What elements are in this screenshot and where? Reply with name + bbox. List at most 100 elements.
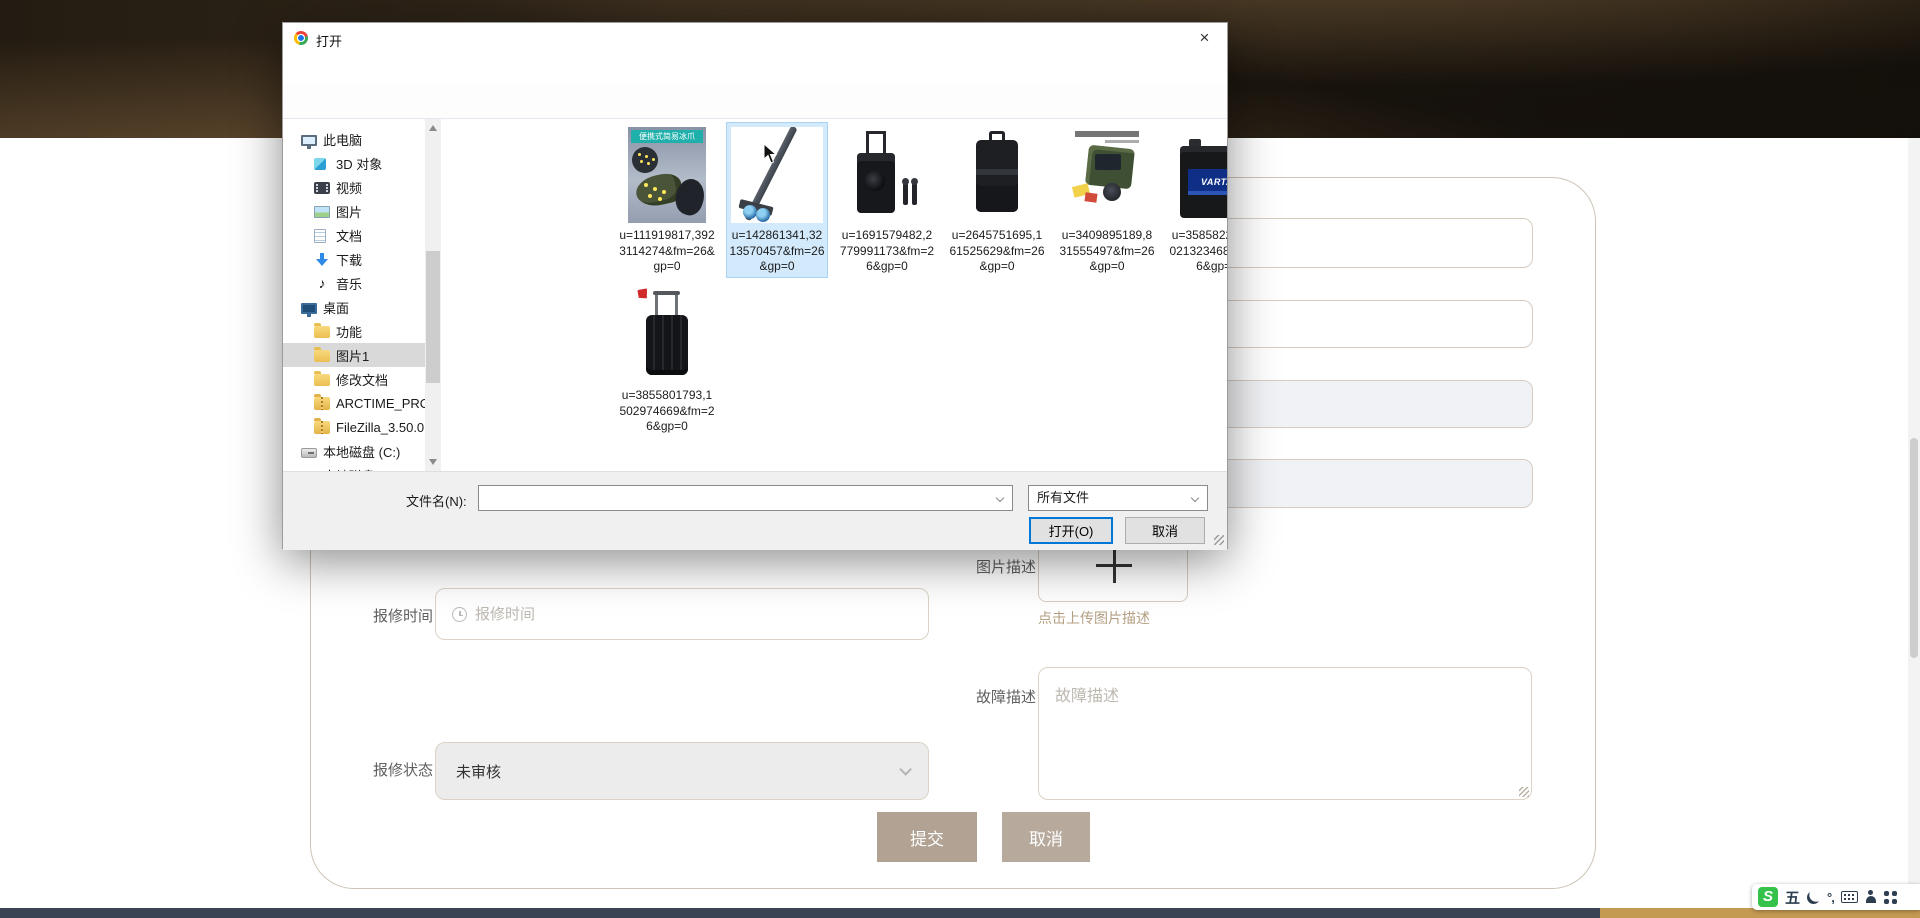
crampons-product-photo: 便携式简易冰爪 (619, 125, 715, 223)
ime-menu-grid-icon[interactable] (1884, 891, 1897, 904)
image-desc-label: 图片描述 (976, 556, 1036, 577)
video-icon (314, 182, 330, 194)
dialog-resize-grip[interactable] (1214, 535, 1224, 545)
filename-dropdown-icon[interactable] (988, 486, 1012, 510)
download-icon (314, 252, 330, 268)
sidebar-item-5[interactable]: 文档 (283, 223, 425, 247)
ime-logo-icon[interactable]: S (1758, 887, 1778, 907)
sidebar-scrollbar[interactable] (425, 119, 441, 471)
dialog-cancel-button[interactable]: 取消 (1125, 517, 1205, 544)
sidebar-item-13[interactable]: FileZilla_3.50.0 (283, 415, 425, 439)
screen: 报修时间 报修状态 未审核 图片描述 点击上传图片描述 故障描述 提交 取消 打… (0, 0, 1920, 918)
open-file-dialog: 打开 × ← → ↑ “图片1”中的搜索结果 设备 在 设备 中搜索 (282, 22, 1228, 549)
sidebar-item-8[interactable]: 桌面 (283, 295, 425, 319)
ime-mode-wubi[interactable]: 五 (1785, 887, 1800, 908)
file-name: u=3409895189,831555497&fm=26&gp=0 (1059, 228, 1155, 275)
ime-punctuation-toggle[interactable]: °, (1827, 890, 1834, 905)
folding-trolley-photo (729, 125, 825, 223)
repair-time-label: 报修时间 (373, 605, 433, 626)
dialog-navbar: ← → ↑ “图片1”中的搜索结果 设备 在 设备 中搜索 (283, 53, 1227, 85)
file-item-4[interactable]: u=2645751695,161525629&fm=26&gp=0 (947, 123, 1047, 277)
file-item-2[interactable]: u=142861341,3213570457&fm=26&gp=0 (727, 123, 827, 277)
sidebar-item-10[interactable]: 图片1 (283, 343, 425, 367)
dialog-close-button[interactable]: × (1182, 23, 1227, 53)
sidebar-item-6[interactable]: 下载 (283, 247, 425, 271)
sidebar-item-11[interactable]: 修改文档 (283, 367, 425, 391)
music-icon: ♪ (314, 275, 330, 291)
folder-icon (314, 374, 330, 386)
ime-halfwidth-moon-icon[interactable] (1807, 891, 1820, 904)
page-scrollbar[interactable] (1908, 138, 1920, 908)
sidebar-item-label: 桌面 (323, 298, 349, 317)
sidebar-item-1[interactable]: 此电脑 (283, 127, 425, 151)
document-icon (314, 229, 326, 243)
sidebar-scrollbar-thumb[interactable] (426, 251, 440, 383)
repair-time-input[interactable] (435, 588, 929, 640)
repair-status-value: 未审核 (456, 761, 501, 782)
sidebar-item-label: 视频 (336, 178, 362, 197)
sidebar-item-2[interactable]: 3D 对象 (283, 151, 425, 175)
filetype-value: 所有文件 (1037, 490, 1089, 505)
page-scrollbar-thumb[interactable] (1910, 438, 1918, 658)
file-item-3[interactable]: u=1691579482,2779991173&fm=26&gp=0 (837, 123, 937, 277)
navigation-pane: 此电脑 3D 对象视频图片文档下载 ♪ 音乐桌面功能图片1 修改文档 ARCTIME_PR… (283, 119, 441, 471)
sidebar-item-7[interactable]: ♪ 音乐 (283, 271, 425, 295)
form-submit-button[interactable]: 提交 (877, 812, 977, 862)
cube-icon (314, 158, 326, 170)
ime-toolbar[interactable]: S 五 °, (1752, 884, 1920, 910)
sidebar-item-12[interactable]: ARCTIME_PRO (283, 391, 425, 415)
sidebar-item-label: 此电脑 (323, 130, 362, 149)
sidebar-item-label: 图片 (336, 202, 362, 221)
dialog-title: 打开 (316, 31, 342, 50)
file-item-8[interactable]: u=3855801793,1502974669&fm=26&gp=0 (617, 283, 717, 437)
file-grid: 便携式简易冰爪u=111919817,3923114274&fm=26&gp=0… (441, 119, 1227, 471)
filename-combo (478, 485, 1013, 511)
mouse-cursor-icon (763, 143, 778, 164)
form-cancel-button[interactable]: 取消 (1002, 812, 1090, 862)
sidebar-item-14[interactable]: 本地磁盘 (C:) (283, 439, 425, 463)
sidebar-item-label: 本地磁盘 (C:) (323, 442, 400, 461)
folder-icon (314, 350, 330, 362)
sidebar-item-label: 音乐 (336, 274, 362, 293)
sidebar-item-label: 3D 对象 (336, 154, 382, 173)
sidebar-item-label: 功能 (336, 322, 362, 341)
fault-desc-textarea-wrap (1038, 667, 1532, 800)
repair-time-field[interactable] (475, 606, 928, 623)
repair-status-select[interactable]: 未审核 (435, 742, 929, 800)
trolley-suitcase-photo (619, 285, 715, 383)
filetype-select[interactable]: 所有文件 (1028, 485, 1208, 511)
clock-icon (452, 607, 467, 622)
resize-grip-icon[interactable] (1519, 787, 1529, 797)
file-item-6[interactable]: VARTAu=3585822070,3021323468&fm=26&gp=0 (1167, 123, 1227, 277)
repair-status-label: 报修状态 (373, 759, 433, 780)
sidebar-item-label: 图片1 (336, 346, 369, 365)
open-button[interactable]: 打开(O) (1029, 517, 1113, 544)
desktop-icon (301, 303, 317, 314)
ime-keyboard-icon[interactable] (1841, 891, 1858, 903)
scroll-up-icon[interactable] (429, 125, 437, 131)
file-item-5[interactable]: u=3409895189,831555497&fm=26&gp=0 (1057, 123, 1157, 277)
sidebar-item-15[interactable]: 本地磁盘 (F:) (283, 463, 425, 471)
file-name: u=142861341,3213570457&fm=26&gp=0 (729, 228, 825, 275)
thumb-brand-text: VARTA (1188, 169, 1227, 195)
filetype-dropdown-icon (1183, 486, 1207, 510)
sidebar-item-label: 文档 (336, 226, 362, 245)
dialog-titlebar[interactable]: 打开 × (283, 23, 1227, 53)
file-item-1[interactable]: 便携式简易冰爪u=111919817,3923114274&fm=26&gp=0 (617, 123, 717, 277)
folder-icon (314, 326, 330, 338)
thumb-banner-text: 便携式简易冰爪 (631, 130, 703, 143)
toolkit-photo (1059, 125, 1155, 223)
filename-input[interactable] (479, 486, 987, 510)
sidebar-item-label: ARCTIME_PRO (336, 396, 425, 411)
ime-account-icon[interactable] (1865, 890, 1877, 904)
fault-desc-textarea[interactable] (1039, 668, 1531, 799)
sidebar-item-label: 下载 (336, 250, 362, 269)
sidebar-item-4[interactable]: 图片 (283, 199, 425, 223)
file-name: u=1691579482,2779991173&fm=26&gp=0 (839, 228, 935, 275)
scroll-down-icon[interactable] (429, 459, 437, 465)
sidebar-item-label: 修改文档 (336, 370, 388, 389)
sidebar-item-3[interactable]: 视频 (283, 175, 425, 199)
sidebar-item-9[interactable]: 功能 (283, 319, 425, 343)
computer-icon (301, 135, 317, 146)
upload-hint-text: 点击上传图片描述 (1038, 608, 1150, 628)
